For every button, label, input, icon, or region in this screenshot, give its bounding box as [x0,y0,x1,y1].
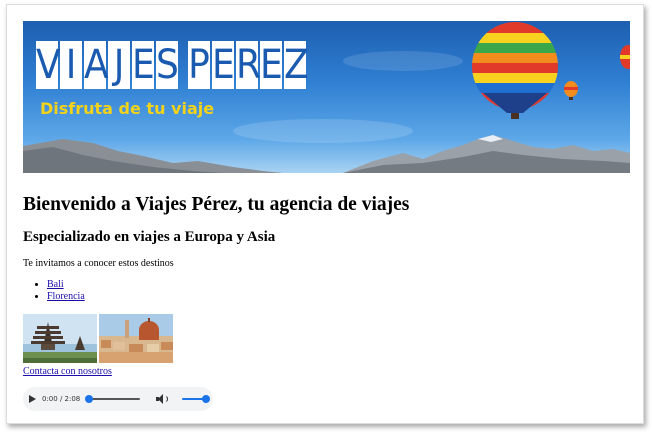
logo-letter: J [108,41,130,89]
destination-thumbnails [23,314,173,363]
audio-seek-bar[interactable] [85,395,141,403]
volume-slider[interactable] [182,395,211,403]
bali-temple-image[interactable] [23,314,97,363]
logo-letter: A [84,41,109,89]
banner-tagline: Disfruta de tu viaje [40,99,215,118]
audio-time: 0:00 / 2:08 [42,395,81,403]
contact-link[interactable]: Contacta con nosotros [23,366,112,377]
logo-spacer [180,41,186,89]
seek-knob[interactable] [85,395,94,403]
logo-letter: E [132,41,155,89]
audio-player: 0:00 / 2:08 [23,387,213,411]
list-item: Bali [47,279,85,291]
logo-letter: E [212,41,235,89]
page-subtitle: Especializado en viajes a Europa y Asia [23,229,276,245]
logo-letter: R [236,41,261,89]
hot-air-balloon-small [564,81,578,100]
intro-text: Te invitamos a conocer estos destinos [23,258,174,269]
logo-letter: Z [284,41,309,89]
page-content: V I A J E S P E R E Z Disfruta de tu via… [23,21,633,411]
header-banner: V I A J E S P E R E Z Disfruta de tu via… [23,21,630,173]
logo-letter: P [188,41,210,89]
hot-air-balloon-large [472,22,558,119]
logo: V I A J E S P E R E Z [36,41,309,89]
play-icon[interactable] [29,395,36,403]
florence-city-image[interactable] [99,314,173,363]
destination-link-florencia[interactable]: Florencia [47,291,85,302]
logo-letter: E [260,41,283,89]
volume-knob[interactable] [202,395,211,403]
logo-letter: I [60,41,82,89]
list-item: Florencia [47,291,85,303]
page-title: Bienvenido a Viajes Pérez, tu agencia de… [23,194,410,215]
volume-icon[interactable] [156,393,170,405]
logo-letter: S [156,41,179,89]
logo-letter: V [36,41,61,89]
destination-link-bali[interactable]: Bali [47,279,64,290]
destinations-list: Bali Florencia [23,279,85,303]
browser-viewport: V I A J E S P E R E Z Disfruta de tu via… [6,4,644,424]
